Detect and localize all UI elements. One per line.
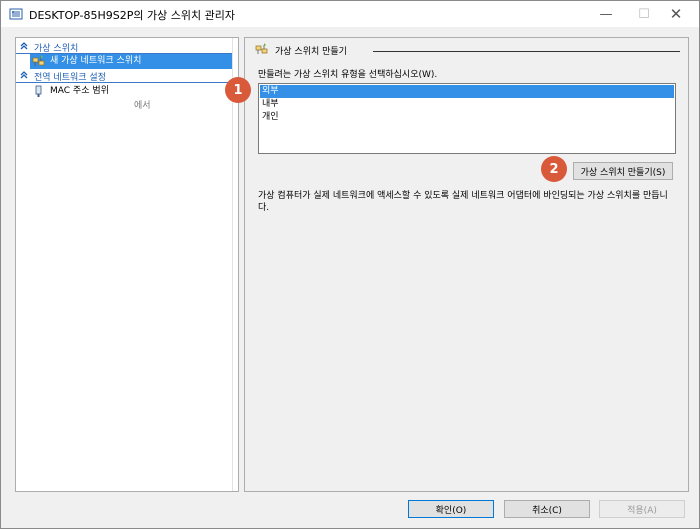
group-divider <box>373 51 680 52</box>
group-title: 가상 스위치 만들기 <box>275 47 347 57</box>
chevron-up-icon <box>20 71 28 79</box>
cancel-button[interactable]: 취소(C) <box>504 500 590 518</box>
list-item[interactable]: 외부 <box>260 85 674 98</box>
tree-item-mac-address-range[interactable]: MAC 주소 범위 <box>30 84 232 99</box>
minimize-icon: — <box>599 6 613 22</box>
step-badge-2: 2 <box>541 156 567 182</box>
group-header: 가상 스위치 만들기 <box>255 43 680 57</box>
maximize-icon: ☐ <box>638 6 650 22</box>
apply-button[interactable]: 적용(A) <box>599 500 685 518</box>
chevron-up-icon <box>20 42 28 50</box>
navigation-tree: 가상 스위치 새 가상 네트워크 스위치 전역 네트워크 설정 MAC 주소 범… <box>15 37 239 492</box>
section-global-network-settings[interactable]: 전역 네트워크 설정 <box>16 69 232 83</box>
section-label: 전역 네트워크 설정 <box>34 73 106 83</box>
step-badge-1: 1 <box>225 77 251 103</box>
close-button[interactable]: ✕ <box>653 1 699 27</box>
switch-type-prompt: 만들려는 가상 스위치 유형을 선택하십시오(W). <box>258 70 438 80</box>
create-virtual-switch-button[interactable]: 가상 스위치 만들기(S) <box>573 162 673 180</box>
title-bar: DESKTOP-85H9S2P의 가상 스위치 관리자 — ☐ ✕ <box>1 1 699 27</box>
section-virtual-switches[interactable]: 가상 스위치 <box>16 40 232 54</box>
window-title: DESKTOP-85H9S2P의 가상 스위치 관리자 <box>29 9 235 22</box>
switch-type-description: 가상 컴퓨터가 실제 네트워크에 액세스할 수 있도록 실제 네트워크 어댑터에… <box>258 191 668 213</box>
list-item[interactable]: 개인 <box>260 111 674 124</box>
tree-item-label: 새 가상 네트워크 스위치 <box>50 56 142 66</box>
scrollbar[interactable] <box>232 38 238 491</box>
mac-address-icon <box>35 85 42 97</box>
ok-button[interactable]: 확인(O) <box>408 500 494 518</box>
virtual-switch-icon <box>32 55 45 66</box>
details-pane: 가상 스위치 만들기 만들려는 가상 스위치 유형을 선택하십시오(W). 외부… <box>244 37 689 492</box>
tree-item-new-virtual-switch[interactable]: 새 가상 네트워크 스위치 <box>30 54 232 69</box>
mac-range-subtext: 에서 <box>134 101 151 111</box>
section-label: 가상 스위치 <box>34 44 79 54</box>
switch-type-listbox[interactable]: 외부 내부 개인 <box>258 83 676 154</box>
virtual-switch-manager-window: DESKTOP-85H9S2P의 가상 스위치 관리자 — ☐ ✕ 가상 스위치… <box>0 0 700 529</box>
list-item[interactable]: 내부 <box>260 98 674 111</box>
tree-item-label: MAC 주소 범위 <box>50 86 109 96</box>
virtual-switch-icon <box>255 43 268 54</box>
close-icon: ✕ <box>669 5 683 23</box>
app-icon <box>9 8 23 20</box>
